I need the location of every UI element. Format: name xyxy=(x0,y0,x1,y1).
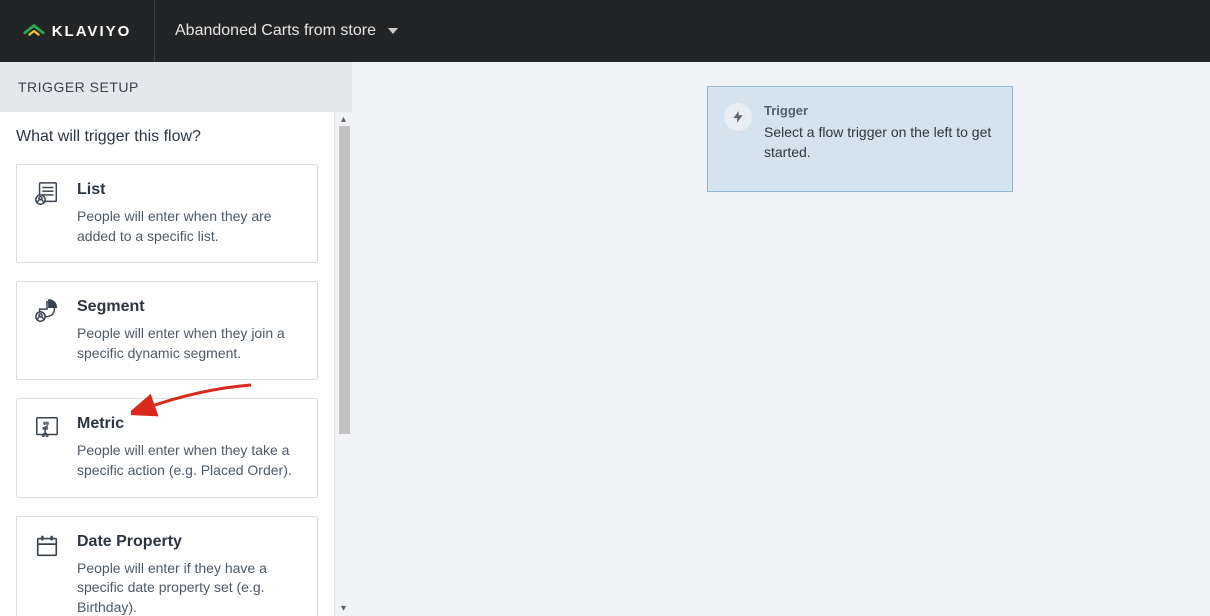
trigger-placeholder-callout: Trigger Select a flow trigger on the lef… xyxy=(707,86,1013,192)
trigger-prompt: What will trigger this flow? xyxy=(16,128,318,146)
trigger-desc: People will enter when they are added to… xyxy=(77,207,301,246)
flow-name-text: Abandoned Carts from store xyxy=(175,22,376,40)
metric-icon xyxy=(34,415,60,441)
flow-name-dropdown[interactable]: Abandoned Carts from store xyxy=(155,22,398,40)
trigger-option-metric[interactable]: Metric People will enter when they take … xyxy=(16,398,318,497)
trigger-option-date-property[interactable]: Date Property People will enter if they … xyxy=(16,516,318,616)
annotation-arrow xyxy=(131,377,261,417)
trigger-desc: People will enter when they join a speci… xyxy=(77,324,301,363)
trigger-title: List xyxy=(77,181,301,199)
sidebar: TRIGGER SETUP What will trigger this flo… xyxy=(0,62,352,616)
topbar: KLAVIYO Abandoned Carts from store xyxy=(0,0,1210,62)
scroll-down-arrow-icon[interactable]: ▾ xyxy=(341,603,346,614)
sidebar-title: TRIGGER SETUP xyxy=(0,62,352,112)
list-icon xyxy=(34,181,60,207)
segment-icon xyxy=(34,298,60,324)
bolt-icon xyxy=(724,103,752,131)
sidebar-scrollbar[interactable]: ▴ ▾ xyxy=(334,112,352,616)
flow-canvas: Trigger Select a flow trigger on the lef… xyxy=(352,62,1210,616)
brand-name: KLAVIYO xyxy=(52,23,132,40)
chevron-down-icon xyxy=(388,28,398,34)
trigger-option-segment[interactable]: Segment People will enter when they join… xyxy=(16,281,318,380)
callout-title: Trigger xyxy=(764,103,996,118)
brand-logo[interactable]: KLAVIYO xyxy=(0,0,155,62)
scroll-up-arrow-icon[interactable]: ▴ xyxy=(341,114,346,125)
callout-text: Select a flow trigger on the left to get… xyxy=(764,122,996,163)
scrollbar-thumb[interactable] xyxy=(339,126,350,434)
trigger-desc: People will enter when they take a speci… xyxy=(77,441,301,480)
trigger-title: Segment xyxy=(77,298,301,316)
trigger-option-list[interactable]: List People will enter when they are add… xyxy=(16,164,318,263)
calendar-icon xyxy=(34,533,60,559)
klaviyo-logo-icon xyxy=(23,20,45,42)
trigger-desc: People will enter if they have a specifi… xyxy=(77,559,301,616)
trigger-title: Date Property xyxy=(77,533,301,551)
trigger-title: Metric xyxy=(77,415,301,433)
